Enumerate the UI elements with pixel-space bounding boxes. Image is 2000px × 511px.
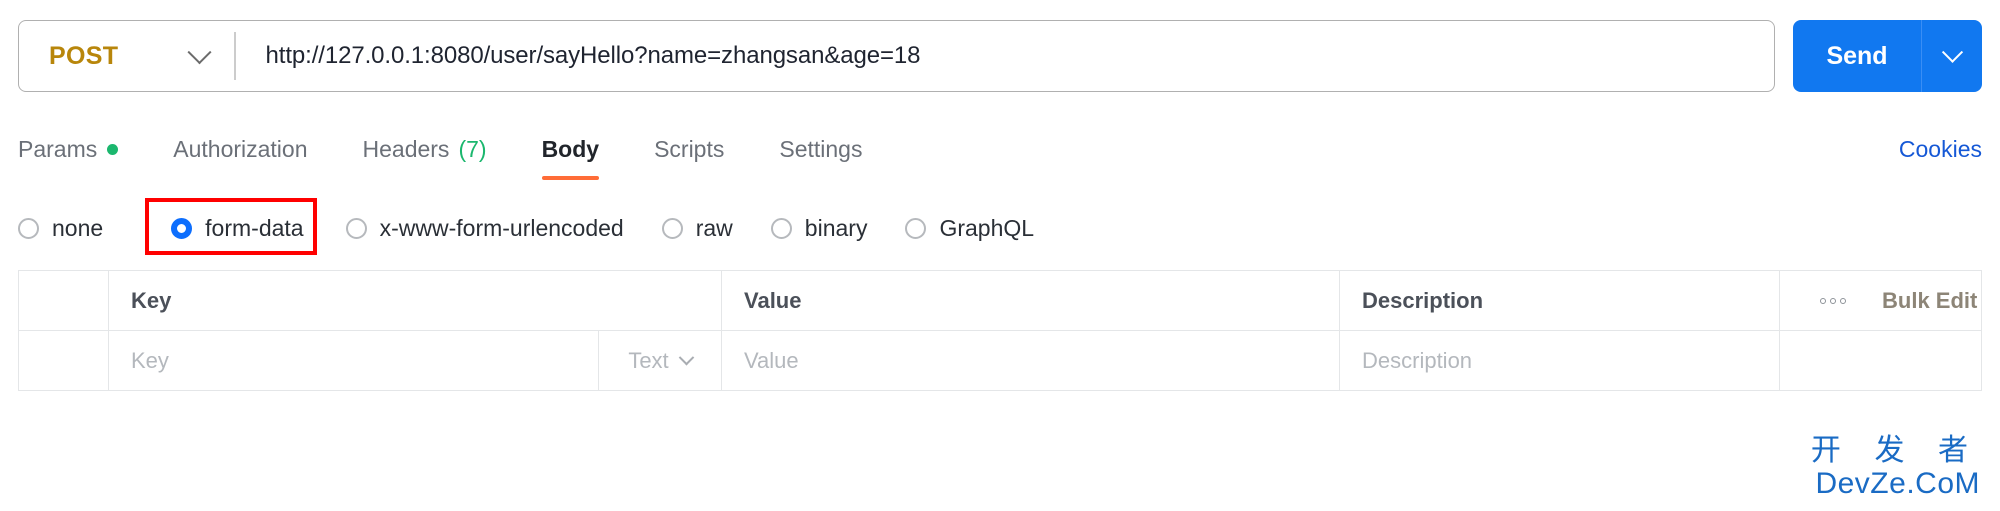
tab-headers[interactable]: Headers (7)	[363, 126, 487, 172]
cookies-link[interactable]: Cookies	[1899, 136, 1982, 163]
row-type-dropdown[interactable]: Text	[599, 331, 722, 390]
params-modified-dot-icon	[107, 143, 119, 155]
table-header-row: Key Value Description Bulk Edit	[19, 271, 1981, 331]
chevron-down-icon	[187, 39, 212, 64]
three-dots-icon[interactable]	[1820, 297, 1846, 304]
body-type-none[interactable]: none	[18, 215, 103, 242]
tab-headers-count: (7)	[458, 135, 487, 162]
body-type-none-label: none	[52, 214, 104, 241]
radio-icon	[905, 217, 927, 239]
send-options-button[interactable]	[1922, 20, 1982, 92]
body-type-binary-label: binary	[804, 214, 868, 241]
url-input[interactable]: http://127.0.0.1:8080/user/sayHello?name…	[236, 21, 1775, 91]
request-tabs: Params Authorization Headers (7) Body Sc…	[18, 126, 1982, 180]
tab-scripts-label: Scripts	[654, 135, 725, 162]
tab-body[interactable]: Body	[541, 126, 600, 180]
body-type-form-data-label: form-data	[205, 214, 304, 241]
row-description-input[interactable]: Description	[1340, 331, 1780, 390]
header-checkbox-cell	[19, 271, 109, 330]
tab-params[interactable]: Params	[18, 126, 119, 172]
chevron-down-icon	[1941, 41, 1963, 63]
row-actions-cell	[1780, 331, 1981, 390]
active-tab-underline	[541, 176, 600, 180]
tab-settings[interactable]: Settings	[779, 126, 862, 172]
body-type-urlencoded-label: x-www-form-urlencoded	[379, 214, 624, 241]
row-key-input[interactable]: Key	[109, 331, 599, 390]
body-type-radio-group: none form-data x-www-form-urlencoded raw…	[18, 200, 1072, 256]
body-type-binary[interactable]: binary	[770, 214, 868, 242]
tab-settings-label: Settings	[779, 135, 863, 162]
radio-icon	[345, 217, 367, 239]
watermark-domain: DevZe.CoM	[1815, 466, 1980, 500]
request-url-bar: POST http://127.0.0.1:8080/user/sayHello…	[18, 20, 1982, 92]
send-button[interactable]: Send	[1793, 20, 1922, 92]
body-type-urlencoded[interactable]: x-www-form-urlencoded	[345, 214, 624, 242]
tab-authorization-label: Authorization	[173, 135, 308, 162]
tab-body-label: Body	[541, 135, 600, 162]
tab-authorization[interactable]: Authorization	[173, 126, 307, 172]
table-row: Key Text Value Description	[19, 331, 1981, 391]
header-key: Key	[109, 271, 722, 330]
postman-request-panel: POST http://127.0.0.1:8080/user/sayHello…	[0, 0, 2000, 511]
header-description: Description	[1340, 271, 1780, 330]
bulk-edit-cell: Bulk Edit	[1780, 271, 1981, 330]
chevron-down-icon	[678, 349, 694, 366]
radio-icon	[661, 217, 683, 239]
http-method-label: POST	[49, 41, 119, 70]
body-type-graphql[interactable]: GraphQL	[905, 215, 1034, 242]
http-method-dropdown[interactable]: POST	[19, 21, 234, 91]
watermark-chinese: 开 发 者	[1810, 432, 1980, 468]
send-button-group: Send	[1793, 20, 1982, 92]
body-type-form-data[interactable]: form-data	[151, 214, 304, 242]
row-checkbox-cell[interactable]	[19, 331, 109, 390]
row-value-input[interactable]: Value	[722, 331, 1340, 390]
tab-headers-label: Headers	[362, 135, 450, 162]
radio-icon	[18, 217, 39, 239]
radio-selected-icon	[171, 217, 193, 239]
body-type-raw[interactable]: raw	[661, 214, 733, 242]
url-input-group: POST http://127.0.0.1:8080/user/sayHello…	[18, 20, 1775, 92]
bulk-edit-button[interactable]: Bulk Edit	[1882, 288, 1977, 314]
header-value: Value	[722, 271, 1340, 330]
body-type-raw-label: raw	[695, 214, 733, 241]
row-type-value: Text	[628, 347, 669, 373]
form-data-table: Key Value Description Bulk Edit Key Text…	[18, 270, 1982, 391]
radio-icon	[770, 217, 792, 239]
site-watermark: 开 发 者 DevZe.CoM	[1811, 434, 1980, 502]
tab-scripts[interactable]: Scripts	[654, 126, 724, 172]
body-type-graphql-label: GraphQL	[939, 214, 1035, 241]
tab-params-label: Params	[18, 135, 98, 162]
